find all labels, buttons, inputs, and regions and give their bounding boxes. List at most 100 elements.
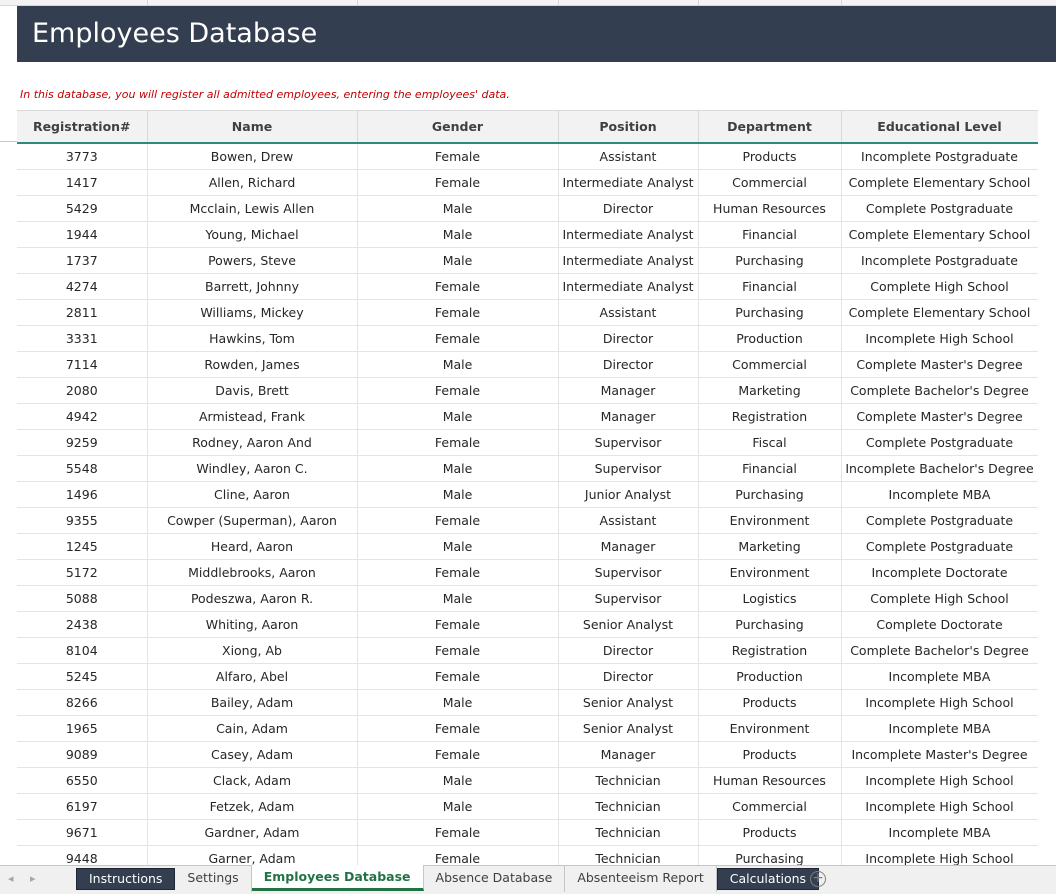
table-cell[interactable]: Intermediate Analyst: [558, 169, 699, 196]
column-header[interactable]: Gender: [357, 110, 559, 144]
column-header[interactable]: Registration#: [17, 110, 148, 144]
table-cell[interactable]: Complete Postgraduate: [841, 533, 1038, 560]
table-cell[interactable]: Commercial: [698, 351, 842, 378]
table-cell[interactable]: Male: [357, 767, 559, 794]
table-cell[interactable]: 9089: [17, 741, 148, 768]
table-cell[interactable]: 1965: [17, 715, 148, 742]
table-cell[interactable]: 2080: [17, 377, 148, 404]
table-cell[interactable]: Financial: [698, 273, 842, 300]
table-cell[interactable]: Technician: [558, 845, 699, 865]
table-cell[interactable]: Technician: [558, 819, 699, 846]
table-cell[interactable]: 2811: [17, 299, 148, 326]
table-cell[interactable]: 5548: [17, 455, 148, 482]
table-cell[interactable]: Young, Michael: [147, 221, 358, 248]
table-cell[interactable]: Intermediate Analyst: [558, 273, 699, 300]
table-cell[interactable]: Production: [698, 325, 842, 352]
table-cell[interactable]: Female: [357, 819, 559, 846]
table-cell[interactable]: 6550: [17, 767, 148, 794]
table-cell[interactable]: Complete Postgraduate: [841, 429, 1038, 456]
sheet-next-icon[interactable]: ▸: [30, 872, 36, 885]
table-cell[interactable]: Complete Elementary School: [841, 299, 1038, 326]
table-cell[interactable]: Incomplete High School: [841, 767, 1038, 794]
sheet-tab[interactable]: Calculations: [716, 868, 820, 890]
table-cell[interactable]: Complete Postgraduate: [841, 195, 1038, 222]
table-cell[interactable]: Female: [357, 741, 559, 768]
column-header[interactable]: Position: [558, 110, 699, 144]
table-cell[interactable]: 1417: [17, 169, 148, 196]
table-cell[interactable]: 1737: [17, 247, 148, 274]
table-cell[interactable]: Junior Analyst: [558, 481, 699, 508]
table-cell[interactable]: Cline, Aaron: [147, 481, 358, 508]
table-cell[interactable]: Director: [558, 195, 699, 222]
table-cell[interactable]: Cain, Adam: [147, 715, 358, 742]
table-cell[interactable]: Manager: [558, 403, 699, 430]
table-cell[interactable]: Products: [698, 143, 842, 170]
table-cell[interactable]: Purchasing: [698, 481, 842, 508]
table-cell[interactable]: 1944: [17, 221, 148, 248]
table-cell[interactable]: Human Resources: [698, 195, 842, 222]
table-cell[interactable]: Incomplete High School: [841, 689, 1038, 716]
table-cell[interactable]: Male: [357, 351, 559, 378]
table-cell[interactable]: Female: [357, 637, 559, 664]
table-cell[interactable]: Female: [357, 273, 559, 300]
table-cell[interactable]: Rowden, James: [147, 351, 358, 378]
sheet-tab[interactable]: Settings: [175, 866, 252, 892]
table-cell[interactable]: Supervisor: [558, 559, 699, 586]
table-cell[interactable]: Supervisor: [558, 429, 699, 456]
table-cell[interactable]: Incomplete Bachelor's Degree: [841, 455, 1038, 482]
table-cell[interactable]: Complete Elementary School: [841, 221, 1038, 248]
table-cell[interactable]: Complete High School: [841, 585, 1038, 612]
add-sheet-icon[interactable]: +: [810, 871, 826, 887]
table-cell[interactable]: Heard, Aaron: [147, 533, 358, 560]
table-cell[interactable]: Manager: [558, 533, 699, 560]
table-cell[interactable]: Casey, Adam: [147, 741, 358, 768]
table-cell[interactable]: Male: [357, 689, 559, 716]
column-header[interactable]: Department: [698, 110, 842, 144]
table-cell[interactable]: 8104: [17, 637, 148, 664]
table-cell[interactable]: Female: [357, 325, 559, 352]
table-cell[interactable]: Manager: [558, 377, 699, 404]
table-cell[interactable]: Windley, Aaron C.: [147, 455, 358, 482]
table-cell[interactable]: Purchasing: [698, 845, 842, 865]
table-cell[interactable]: Assistant: [558, 507, 699, 534]
table-cell[interactable]: Technician: [558, 767, 699, 794]
table-cell[interactable]: Registration: [698, 637, 842, 664]
table-cell[interactable]: Cowper (Superman), Aaron: [147, 507, 358, 534]
table-cell[interactable]: Environment: [698, 559, 842, 586]
table-cell[interactable]: Financial: [698, 455, 842, 482]
table-cell[interactable]: Incomplete High School: [841, 845, 1038, 865]
table-cell[interactable]: Male: [357, 455, 559, 482]
table-cell[interactable]: 3331: [17, 325, 148, 352]
table-cell[interactable]: Bowen, Drew: [147, 143, 358, 170]
table-cell[interactable]: Gardner, Adam: [147, 819, 358, 846]
table-cell[interactable]: 9671: [17, 819, 148, 846]
table-cell[interactable]: Assistant: [558, 299, 699, 326]
table-cell[interactable]: Supervisor: [558, 585, 699, 612]
column-header[interactable]: Educational Level: [841, 110, 1038, 144]
table-cell[interactable]: Director: [558, 351, 699, 378]
column-header[interactable]: Name: [147, 110, 358, 144]
table-cell[interactable]: Armistead, Frank: [147, 403, 358, 430]
table-cell[interactable]: Incomplete Doctorate: [841, 559, 1038, 586]
table-cell[interactable]: Male: [357, 247, 559, 274]
sheet-title[interactable]: Employees Database: [17, 6, 1056, 62]
table-cell[interactable]: 3773: [17, 143, 148, 170]
table-cell[interactable]: Environment: [698, 507, 842, 534]
table-cell[interactable]: Incomplete Postgraduate: [841, 143, 1038, 170]
table-cell[interactable]: 8266: [17, 689, 148, 716]
table-cell[interactable]: 6197: [17, 793, 148, 820]
sheet-tab[interactable]: Absence Database: [424, 866, 566, 892]
table-cell[interactable]: 9448: [17, 845, 148, 865]
table-cell[interactable]: Assistant: [558, 143, 699, 170]
table-cell[interactable]: Incomplete High School: [841, 325, 1038, 352]
table-cell[interactable]: Incomplete MBA: [841, 663, 1038, 690]
table-cell[interactable]: Registration: [698, 403, 842, 430]
table-cell[interactable]: Whiting, Aaron: [147, 611, 358, 638]
table-cell[interactable]: Female: [357, 559, 559, 586]
table-cell[interactable]: Male: [357, 585, 559, 612]
table-cell[interactable]: Incomplete MBA: [841, 819, 1038, 846]
table-cell[interactable]: Marketing: [698, 533, 842, 560]
table-cell[interactable]: Bailey, Adam: [147, 689, 358, 716]
table-cell[interactable]: Senior Analyst: [558, 611, 699, 638]
table-cell[interactable]: 2438: [17, 611, 148, 638]
